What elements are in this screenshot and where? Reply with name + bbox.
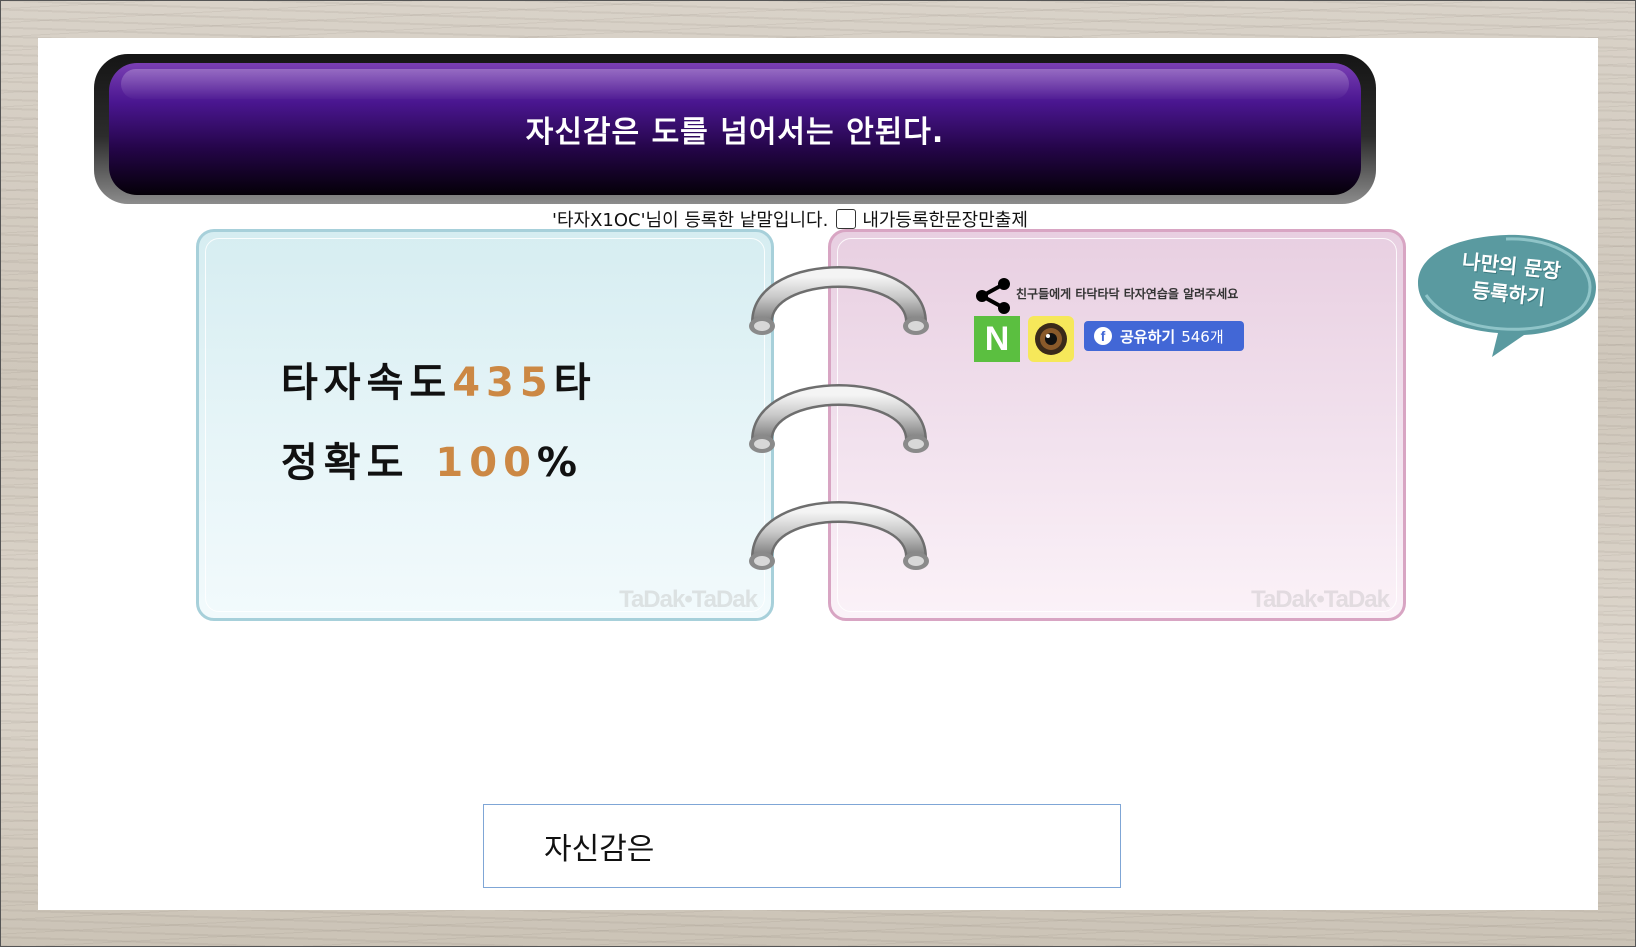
speed-value: 435 — [452, 360, 554, 406]
camera-lens-icon — [1035, 323, 1067, 355]
banner-shine — [121, 69, 1349, 99]
share-icon[interactable] — [974, 276, 1014, 316]
speed-row: 타자속도435타 — [281, 350, 597, 408]
main-page: 자신감은 도를 넘어서는 안된다. '타자X1OC'님이 등록한 낱말입니다. … — [38, 38, 1598, 910]
sentence-banner: 자신감은 도를 넘어서는 안된다. — [94, 54, 1376, 204]
facebook-icon: f — [1094, 327, 1112, 345]
sentence-banner-inner: 자신감은 도를 넘어서는 안된다. — [109, 63, 1361, 195]
binder-ring-middle — [749, 384, 929, 453]
accuracy-value: 100 — [435, 440, 537, 486]
stats-card: 타자속도435타 정확도 100% TaDak•TaDak — [196, 229, 774, 621]
watermark-right: TaDak•TaDak — [1251, 586, 1390, 613]
accuracy-label: 정확도 — [281, 440, 410, 486]
typing-input[interactable] — [483, 804, 1121, 888]
facebook-share-label: 공유하기 — [1120, 327, 1176, 346]
speed-unit: 타 — [553, 360, 597, 406]
share-prompt: 친구들에게 타닥타닥 타자연습을 알려주세요 — [1016, 287, 1239, 301]
naver-icon[interactable]: N — [974, 316, 1020, 362]
accuracy-unit: % — [536, 440, 583, 486]
card-inner-border — [205, 238, 765, 612]
watermark-left: TaDak•TaDak — [619, 586, 758, 613]
binder-ring-bottom — [749, 501, 929, 570]
facebook-share-button[interactable]: f 공유하기 546개 — [1084, 321, 1244, 351]
accuracy-row: 정확도 100% — [281, 430, 583, 488]
target-sentence: 자신감은 도를 넘어서는 안된다. — [525, 115, 945, 150]
naver-label: N — [984, 319, 1010, 358]
facebook-share-count: 546개 — [1181, 327, 1224, 346]
my-sentences-only-checkbox[interactable] — [836, 209, 857, 229]
speed-label: 타자속도 — [281, 360, 453, 406]
binder-ring-top — [749, 266, 929, 335]
camera-icon[interactable] — [1028, 316, 1074, 362]
